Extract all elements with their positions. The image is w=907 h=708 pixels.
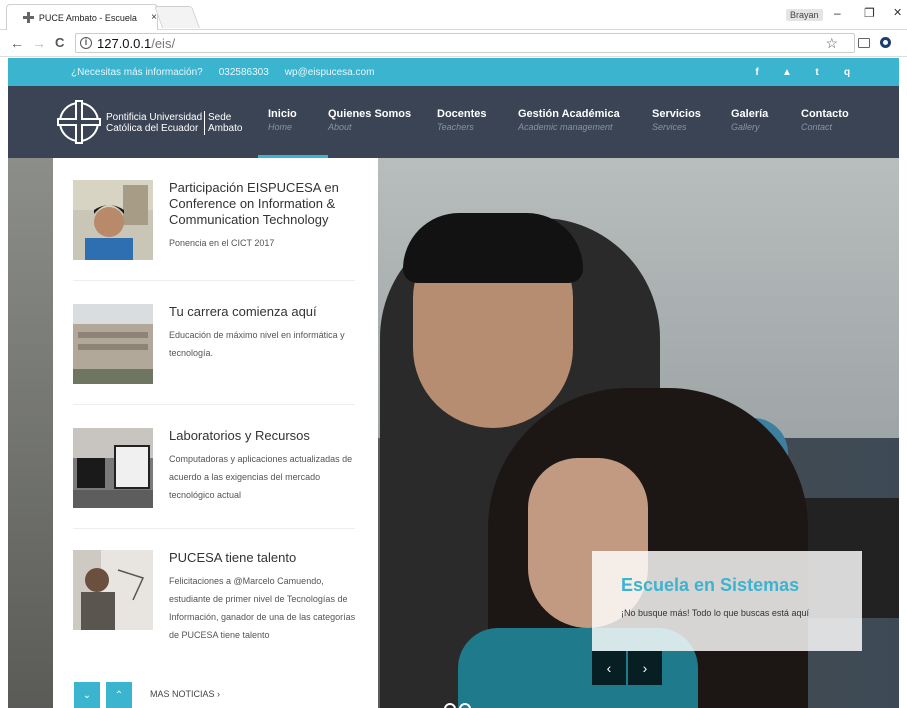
slide-caption: Escuela en Sistemas ¡No busque más! Todo… [592,551,862,651]
facebook-icon[interactable]: f [742,58,772,86]
news-title[interactable]: Participación EISPUCESA en Conference on… [169,180,361,228]
info-icon[interactable]: i [80,37,92,49]
reload-button[interactable]: C [55,35,64,50]
forward-button[interactable]: → [32,35,46,51]
nav-label: Contacto [801,108,849,120]
nav-sublabel: Academic management [518,122,613,132]
youtube-icon[interactable]: ▲ [772,58,802,86]
slide-caption-text: ¡No busque más! Todo lo que buscas está … [621,608,809,618]
news-description: Computadoras y aplicaciones actualizadas… [169,454,353,500]
search-icon[interactable]: q [832,58,862,86]
nav-label: Docentes [437,108,487,120]
cast-icon[interactable] [858,38,870,48]
slide-next-button[interactable]: › [628,651,662,685]
nav-galeria[interactable]: Galería Gallery [731,86,801,158]
extension-icon[interactable] [880,37,891,48]
campus-name: Sede Ambato [208,112,242,134]
news-title[interactable]: PUCESA tiene talento [169,550,361,566]
nav-sublabel: About [328,122,352,132]
nav-label: Quienes Somos [328,108,412,120]
browser-tab-bar: PUCE Ambato - Escuela × Brayan – ❐ ✕ [0,0,907,30]
news-thumbnail[interactable] [73,180,153,260]
university-name-line2: Católica del Ecuador [106,123,199,134]
nav-contacto[interactable]: Contacto Contact [801,86,871,158]
hero-man-hair [403,213,583,283]
nav-inicio[interactable]: Inicio Home [258,86,328,158]
email-link[interactable]: wp@eispucesa.com [277,67,383,78]
slide-caption-title[interactable]: Escuela en Sistemas [621,575,799,596]
news-panel: Participación EISPUCESA en Conference on… [53,158,378,708]
tab-title: PUCE Ambato - Escuela [38,12,137,23]
slide-dot[interactable] [444,703,456,708]
campus-name-line2: Ambato [208,123,243,134]
site-header: Pontificia Universidad Católica del Ecua… [8,86,899,158]
twitter-icon[interactable]: t [802,58,832,86]
nav-servicios[interactable]: Servicios Services [652,86,731,158]
university-name-line1: Pontificia Universidad [106,112,203,123]
puce-logo[interactable] [56,99,102,145]
nav-label: Inicio [268,108,297,120]
news-description: Educación de máximo nivel en informática… [169,330,345,358]
news-title[interactable]: Laboratorios y Recursos [169,428,361,444]
profile-name[interactable]: Brayan [786,9,823,21]
nav-sublabel: Services [652,122,687,132]
news-up-button[interactable]: ⌃ [106,682,132,708]
nav-sublabel: Gallery [731,122,760,132]
news-divider [73,280,355,281]
puce-favicon-icon [23,12,34,23]
campus-name-line1: Sede [208,112,232,123]
nav-label: Galería [731,108,769,120]
nav-label: Gestión Académica [518,108,620,120]
news-divider [73,404,355,405]
url-path: /eis/ [151,35,176,51]
nav-sublabel: Teachers [437,122,474,132]
info-topbar: ¿Necesitas más información? 032586303 wp… [8,58,899,86]
nav-quienes-somos[interactable]: Quienes Somos About [328,86,437,158]
brand-divider [204,111,205,135]
website: ¿Necesitas más información? 032586303 wp… [8,58,899,708]
news-description: Felicitaciones a @Marcelo Camuendo, estu… [169,576,356,640]
news-thumbnail[interactable] [73,304,153,384]
nav-sublabel: Contact [801,122,833,132]
url-host: 127.0.0.1 [97,35,152,51]
news-title[interactable]: Tu carrera comienza aquí [169,304,361,320]
news-down-button[interactable]: ⌄ [74,682,100,708]
nav-sublabel: Home [268,122,293,132]
news-thumbnail[interactable] [73,428,153,508]
info-link[interactable]: ¿Necesitas más información? [63,67,211,78]
news-divider [73,528,355,529]
address-bar[interactable]: i 127.0.0.1 /eis/ ☆ [75,33,855,53]
nav-docentes[interactable]: Docentes Teachers [437,86,518,158]
more-news-link[interactable]: MAS NOTICIAS › [150,689,220,699]
main-nav: Inicio Home Quienes Somos About Docentes… [258,86,871,158]
restore-button[interactable]: ❐ [864,6,875,20]
bookmark-star-icon[interactable]: ☆ [825,35,838,52]
slide-dot[interactable] [459,703,471,708]
nav-label: Servicios [652,108,701,120]
browser-tab[interactable]: PUCE Ambato - Escuela × [6,4,158,30]
back-button[interactable]: ← [10,35,24,51]
hero-slider: Participación EISPUCESA en Conference on… [8,158,899,708]
new-tab-button[interactable] [153,6,201,28]
minimize-button[interactable]: – [834,6,841,20]
news-thumbnail[interactable] [73,550,153,630]
phone-link[interactable]: 032586303 [211,67,277,78]
window-close-button[interactable]: ✕ [893,6,902,19]
slide-prev-button[interactable]: ‹ [592,651,626,685]
university-name[interactable]: Pontificia Universidad Católica del Ecua… [106,112,202,134]
nav-gestion-academica[interactable]: Gestión Académica Academic management [518,86,652,158]
browser-toolbar: ← → C i 127.0.0.1 /eis/ ☆ [0,30,907,57]
news-description: Ponencia en el CICT 2017 [169,238,275,248]
